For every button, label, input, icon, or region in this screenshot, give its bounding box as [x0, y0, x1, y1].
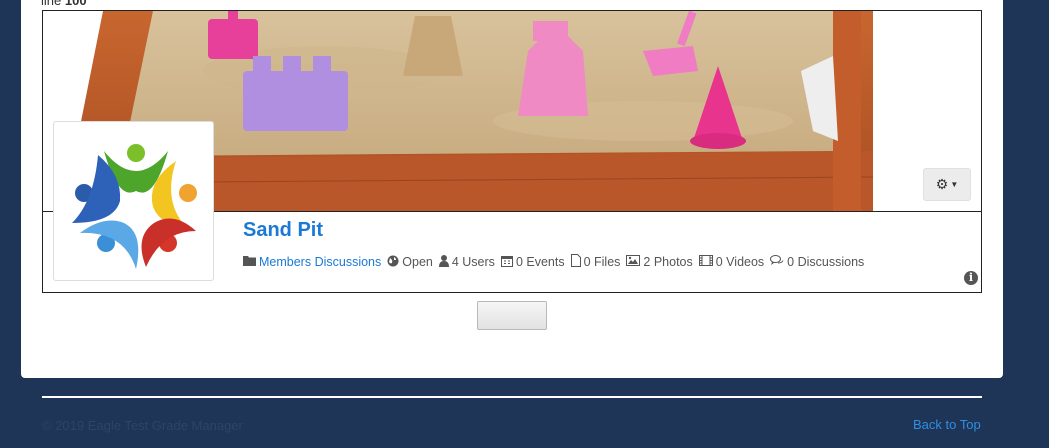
calendar-icon: [500, 255, 513, 270]
group-discussions-count: 0 Discussions: [787, 255, 865, 269]
group-privacy: Open: [387, 255, 433, 270]
load-more-button[interactable]: [477, 301, 547, 330]
group-events-count: 0 Events: [515, 255, 565, 269]
group-photos: 2 Photos: [626, 255, 693, 269]
folder-icon: [243, 255, 256, 269]
gear-icon: ⚙: [935, 176, 949, 192]
group-videos-count: 0 Videos: [715, 255, 765, 269]
group-settings-button[interactable]: ⚙ ▼: [923, 168, 971, 201]
footer-copyright: © 2019 Eagle Test Grade Manager: [42, 418, 243, 433]
globe-icon: [387, 255, 399, 270]
info-icon[interactable]: i: [964, 271, 978, 285]
group-files-count: 0 Files: [583, 255, 621, 269]
group-files: 0 Files: [570, 254, 621, 270]
group-photos-count: 2 Photos: [643, 255, 693, 269]
user-icon: [438, 254, 449, 270]
group-card: ⚙ ▼ Sand Pit Members Discussions Open 4 …: [42, 10, 982, 293]
group-privacy-label: Open: [402, 255, 433, 269]
footer-divider: [42, 396, 982, 398]
group-users-count: 4 Users: [451, 255, 495, 269]
group-discussions: 0 Discussions: [770, 255, 864, 269]
group-category-link[interactable]: Members Discussions: [259, 255, 381, 269]
group-events: 0 Events: [500, 255, 565, 270]
comments-icon: [770, 255, 784, 269]
back-to-top-link[interactable]: Back to Top: [913, 417, 981, 432]
file-icon: [570, 254, 581, 270]
group-logo: [53, 121, 214, 281]
top-note: line 100: [41, 0, 87, 8]
people-circle-logo: [71, 144, 197, 269]
group-videos: 0 Videos: [698, 255, 765, 269]
top-note-value: 100: [64, 0, 87, 8]
group-users: 4 Users: [438, 254, 495, 270]
image-icon: [626, 255, 641, 269]
group-category[interactable]: Members Discussions: [243, 255, 381, 269]
top-note-prefix: line: [41, 0, 62, 8]
group-meta: Members Discussions Open 4 Users 0 Event…: [243, 254, 870, 270]
group-title[interactable]: Sand Pit: [243, 219, 323, 242]
film-icon: [698, 255, 713, 269]
caret-down-icon: ▼: [950, 180, 959, 189]
